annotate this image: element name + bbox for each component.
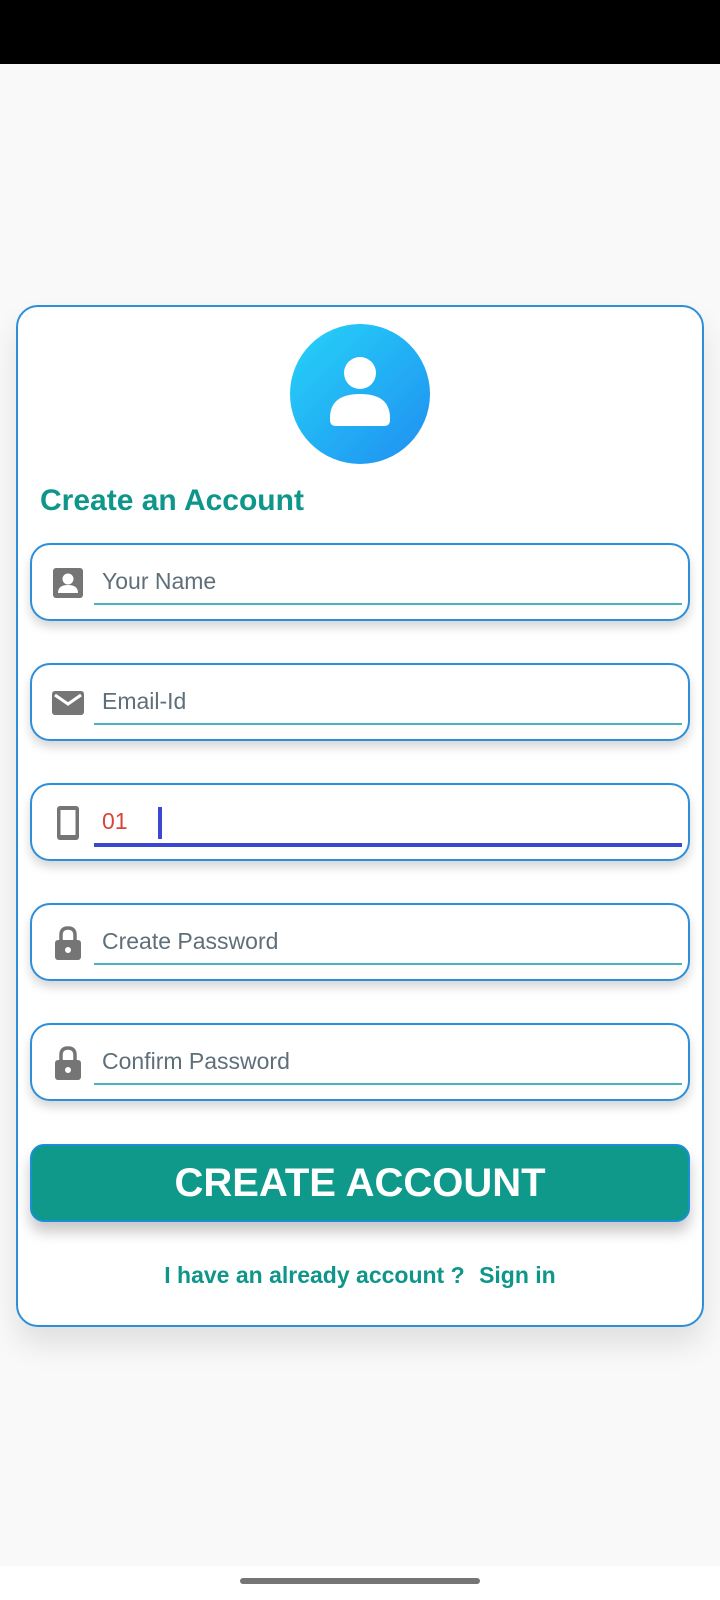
lock-icon — [55, 1046, 81, 1080]
person-icon — [330, 357, 390, 426]
confirm-password-field — [30, 1023, 690, 1101]
home-indicator[interactable] — [240, 1578, 480, 1584]
phone-field — [30, 783, 690, 861]
signin-row: I have an already account ? Sign in — [0, 1262, 720, 1289]
signin-prompt: I have an already account ? — [164, 1262, 465, 1288]
email-input[interactable] — [94, 679, 682, 725]
name-input[interactable] — [94, 559, 682, 605]
status-bar — [0, 0, 720, 64]
avatar — [290, 324, 430, 464]
page-title: Create an Account — [40, 484, 304, 517]
create-account-button[interactable]: CREATE ACCOUNT — [30, 1144, 690, 1222]
password-field — [30, 903, 690, 981]
mail-icon — [52, 691, 84, 715]
smartphone-icon — [57, 806, 79, 840]
phone-input[interactable] — [94, 799, 682, 847]
signin-link[interactable]: Sign in — [479, 1262, 556, 1288]
email-field — [30, 663, 690, 741]
name-field — [30, 543, 690, 621]
person-icon — [53, 568, 83, 598]
lock-icon — [55, 926, 81, 960]
confirm-password-input[interactable] — [94, 1039, 682, 1085]
password-input[interactable] — [94, 919, 682, 965]
text-caret — [158, 807, 162, 839]
